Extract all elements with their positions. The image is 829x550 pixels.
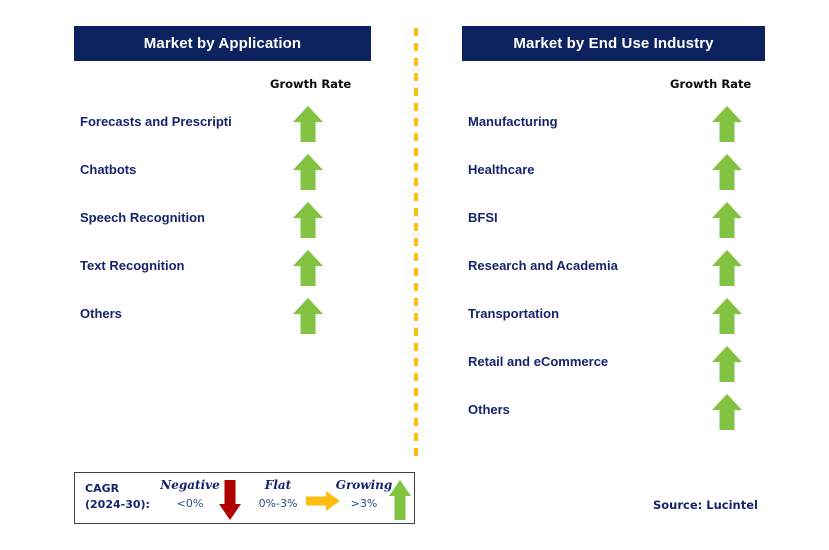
arrow-up-icon xyxy=(710,344,744,384)
row-label: Healthcare xyxy=(468,162,535,177)
legend-item-flat: Flat 0%-3% xyxy=(241,478,315,510)
arrow-up-icon xyxy=(710,200,744,240)
table-row: Speech Recognition xyxy=(0,200,410,248)
table-row: Forecasts and Prescripti xyxy=(0,104,410,152)
table-row: Retail and eCommerce xyxy=(419,344,829,392)
panel-header-title-application: Market by Application xyxy=(143,35,302,52)
row-label: Retail and eCommerce xyxy=(468,354,609,369)
row-label: Manufacturing xyxy=(468,114,558,129)
legend-item-negative: Negative <0% xyxy=(153,478,227,510)
legend-item-name: Negative xyxy=(160,478,220,492)
arrow-up-icon xyxy=(291,152,325,192)
row-label: BFSI xyxy=(468,210,498,225)
row-label: Research and Academia xyxy=(468,258,618,273)
growth-rate-column-caption-application: Growth Rate xyxy=(270,77,352,91)
arrow-up-icon xyxy=(710,152,744,192)
panel-market-by-application: Market by Application Growth Rate Foreca… xyxy=(0,0,410,550)
arrow-down-icon xyxy=(218,479,242,521)
table-row: Others xyxy=(419,392,829,440)
arrow-up-icon xyxy=(710,392,744,432)
table-row: Text Recognition xyxy=(0,248,410,296)
legend-item-value: 0%-3% xyxy=(258,497,298,510)
row-label: Others xyxy=(468,402,510,417)
source-attribution: Source: Lucintel xyxy=(653,498,758,512)
panel-market-by-end-use-industry: Market by End Use Industry Growth Rate M… xyxy=(419,0,829,550)
table-row: Manufacturing xyxy=(419,104,829,152)
table-row: Others xyxy=(0,296,410,344)
legend-title: CAGR (2024-30): xyxy=(85,481,159,513)
arrow-up-icon xyxy=(710,296,744,336)
legend-item-value: <0% xyxy=(176,497,204,510)
arrow-up-icon xyxy=(291,248,325,288)
rows-enduse: Manufacturing Healthcare BFSI Research a… xyxy=(419,104,829,440)
rows-application: Forecasts and Prescripti Chatbots Speech… xyxy=(0,104,410,344)
vertical-dashed-divider xyxy=(414,28,418,460)
legend-title-line2: (2024-30): xyxy=(85,498,150,511)
row-label: Others xyxy=(80,306,122,321)
arrow-up-icon xyxy=(291,104,325,144)
table-row: BFSI xyxy=(419,200,829,248)
table-row: Research and Academia xyxy=(419,248,829,296)
cagr-legend: CAGR (2024-30): Negative <0% Flat 0%-3% xyxy=(74,472,415,524)
table-row: Transportation xyxy=(419,296,829,344)
table-row: Chatbots xyxy=(0,152,410,200)
row-label: Speech Recognition xyxy=(80,210,205,225)
row-label: Chatbots xyxy=(80,162,137,177)
legend-item-name: Flat xyxy=(264,478,292,492)
growth-rate-column-caption-enduse: Growth Rate xyxy=(670,77,752,91)
panel-header-application: Market by Application xyxy=(74,26,371,61)
arrow-up-icon xyxy=(710,248,744,288)
infographic-canvas: Market by Application Growth Rate Foreca… xyxy=(0,0,829,550)
panel-header-title-enduse: Market by End Use Industry xyxy=(513,35,714,52)
arrow-up-icon xyxy=(710,104,744,144)
row-label: Forecasts and Prescripti xyxy=(80,114,232,129)
row-label: Transportation xyxy=(468,306,560,321)
row-label: Text Recognition xyxy=(80,258,185,273)
arrow-up-icon xyxy=(291,296,325,336)
panel-header-enduse: Market by End Use Industry xyxy=(462,26,765,61)
arrow-up-icon xyxy=(291,200,325,240)
legend-title-line1: CAGR xyxy=(85,482,120,495)
table-row: Healthcare xyxy=(419,152,829,200)
arrow-up-icon xyxy=(388,479,412,521)
